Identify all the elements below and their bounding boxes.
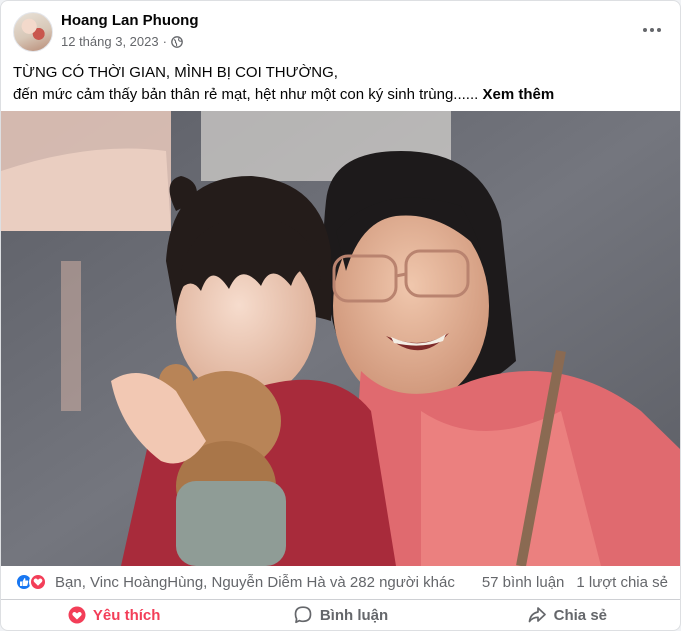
- see-more-link[interactable]: Xem thêm: [482, 86, 554, 103]
- post-stats: Bạn, Vinc HoàngHùng, Nguyễn Diễm Hà và 2…: [1, 566, 680, 600]
- author-avatar[interactable]: [13, 12, 53, 52]
- post-text: TỪNG CÓ THỜI GIAN, MÌNH BỊ COI THƯỜNG, đ…: [13, 62, 668, 106]
- reaction-icons[interactable]: [15, 573, 47, 591]
- heart-icon: [68, 606, 86, 624]
- share-button[interactable]: Chia sẻ: [454, 600, 680, 630]
- post-card: Hoang Lan Phuong 12 tháng 3, 2023 · TỪNG…: [0, 0, 681, 631]
- post-date[interactable]: 12 tháng 3, 2023: [61, 34, 159, 49]
- love-reaction-label: Yêu thích: [92, 606, 161, 624]
- author-name[interactable]: Hoang Lan Phuong: [61, 12, 198, 29]
- post-text-line-2: đến mức cảm thấy bản thân rẻ mạt, hệt nh…: [13, 84, 668, 106]
- more-options-icon[interactable]: [640, 18, 664, 42]
- post-photo[interactable]: [1, 111, 680, 566]
- shares-count[interactable]: 1 lượt chia sẻ: [576, 574, 668, 591]
- photo-illustration: [1, 111, 680, 566]
- comments-count[interactable]: 57 bình luận: [482, 574, 565, 591]
- post-text-line-1: TỪNG CÓ THỜI GIAN, MÌNH BỊ COI THƯỜNG,: [13, 64, 338, 81]
- reactions-summary[interactable]: Bạn, Vinc HoàngHùng, Nguyễn Diễm Hà và 2…: [55, 574, 455, 591]
- share-label: Chia sẻ: [553, 606, 607, 624]
- share-icon: [528, 607, 546, 623]
- post-header: Hoang Lan Phuong 12 tháng 3, 2023 ·: [1, 1, 680, 59]
- post-text-line-2-content: đến mức cảm thấy bản thân rẻ mạt, hệt nh…: [13, 86, 479, 103]
- comment-icon: [294, 606, 312, 624]
- post-meta: 12 tháng 3, 2023 ·: [61, 34, 183, 49]
- comment-label: Bình luận: [319, 606, 389, 624]
- globe-icon[interactable]: [171, 35, 183, 48]
- love-icon: [29, 573, 47, 591]
- engagement-counts: 57 bình luận 1 lượt chia sẻ: [482, 574, 668, 591]
- post-actions: Yêu thích Bình luận Chia sẻ: [1, 600, 680, 630]
- love-reaction-button[interactable]: Yêu thích: [1, 600, 227, 630]
- meta-separator: ·: [162, 34, 167, 49]
- comment-button[interactable]: Bình luận: [227, 600, 453, 630]
